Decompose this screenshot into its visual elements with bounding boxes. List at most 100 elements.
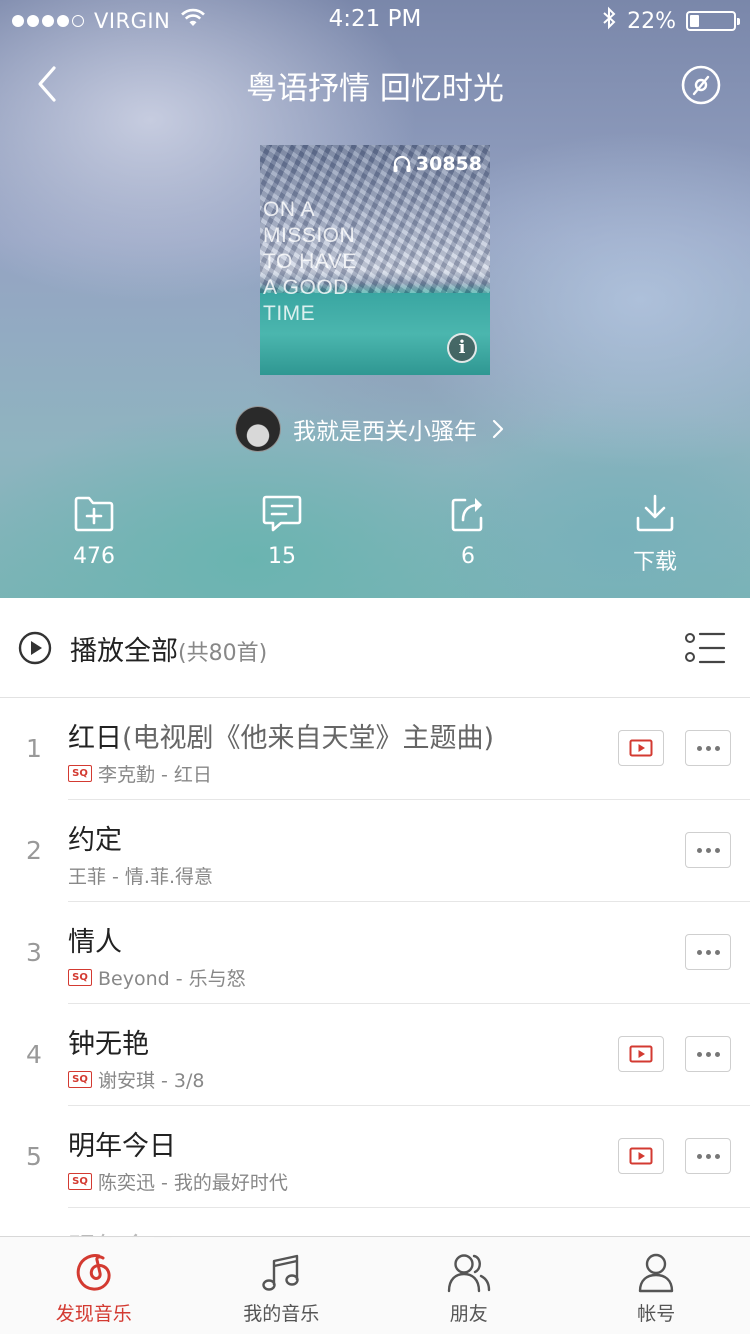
song-title: 红日(电视剧《他来自天堂》主题曲) [68, 716, 494, 755]
status-right: 22% [601, 6, 740, 36]
share-count: 6 [461, 544, 475, 569]
more-button[interactable] [685, 832, 731, 868]
song-row[interactable]: 5 明年今日 SQ 陈奕迅 - 我的最好时代 [26, 1106, 750, 1208]
song-artist-album: Beyond - 乐与怒 [98, 968, 246, 990]
tab-my-music[interactable]: 我的音乐 [188, 1237, 376, 1334]
creator-name: 我就是西关小骚年 [293, 419, 477, 445]
bluetooth-icon [601, 6, 617, 36]
song-row[interactable]: 4 钟无艳 SQ 谢安琪 - 3/8 [26, 1004, 750, 1106]
video-play-icon [629, 1045, 653, 1063]
nav-bar: 粤语抒情 回忆时光 [0, 50, 750, 116]
tab-account[interactable]: 帐号 [563, 1237, 750, 1334]
song-subtitle: SQ 陈奕迅 - 我的最好时代 [68, 1168, 288, 1195]
comment-count: 15 [268, 544, 296, 569]
share-button[interactable]: 6 [408, 490, 528, 569]
collect-button[interactable]: 476 [34, 490, 154, 569]
folder-add-icon [74, 496, 114, 532]
song-title: 约定 [68, 818, 122, 857]
song-title: 钟无艳 [68, 1022, 149, 1061]
info-icon[interactable]: i [447, 333, 477, 363]
song-index: 5 [26, 1142, 42, 1171]
song-title-text: 明年今日 [68, 1131, 176, 1162]
more-button[interactable] [685, 730, 731, 766]
comment-button[interactable]: 15 [222, 490, 342, 569]
song-count: (共80首) [178, 640, 268, 666]
friends-icon [447, 1254, 490, 1293]
share-icon [451, 498, 483, 532]
now-playing-button[interactable] [680, 64, 722, 106]
comment-icon [262, 495, 302, 532]
song-list: 1 红日(电视剧《他来自天堂》主题曲) SQ 李克勤 - 红日 2 约定 王菲 … [0, 698, 750, 1238]
song-index: 3 [26, 938, 42, 967]
sq-badge: SQ [68, 1071, 92, 1088]
song-title-extra: (电视剧《他来自天堂》主题曲) [122, 723, 495, 754]
playlist-creator[interactable]: 我就是西关小骚年 [235, 405, 505, 453]
song-artist-album: 陈奕迅 - 我的最好时代 [98, 1172, 288, 1194]
battery-percent: 22% [627, 8, 676, 34]
page-title: 粤语抒情 回忆时光 [246, 71, 504, 107]
sq-badge: SQ [68, 969, 92, 986]
more-button[interactable] [685, 1036, 731, 1072]
download-button[interactable]: 下载 [595, 490, 715, 576]
download-label: 下载 [632, 550, 677, 575]
chevron-left-icon [38, 66, 56, 102]
play-all-label: 播放全部(共80首) [70, 629, 267, 668]
tab-friends[interactable]: 朋友 [375, 1237, 563, 1334]
song-subtitle: 王菲 - 情.菲.得意 [68, 862, 213, 889]
more-button[interactable] [685, 934, 731, 970]
playlist-cover[interactable]: ON A MISSION TO HAVE A GOOD TIME 30858 i [260, 145, 490, 375]
song-row[interactable]: 3 情人 SQ Beyond - 乐与怒 [26, 902, 750, 1004]
action-bar: 476 15 6 下载 [0, 490, 750, 580]
song-subtitle: SQ Beyond - 乐与怒 [68, 964, 246, 991]
disc-icon [681, 65, 721, 105]
headphones-icon [393, 155, 411, 172]
back-button[interactable] [28, 62, 68, 106]
song-subtitle: SQ 谢安琪 - 3/8 [68, 1066, 205, 1093]
song-title-text: 情人 [68, 927, 122, 958]
battery-level [690, 15, 699, 27]
video-play-icon [629, 1147, 653, 1165]
song-title-text: 约定 [68, 825, 122, 856]
song-artist-album: 李克勤 - 红日 [98, 764, 212, 786]
list-select-icon [685, 632, 726, 664]
sq-badge: SQ [68, 1173, 92, 1190]
song-title-text: 红日 [68, 723, 122, 754]
song-title-text: 钟无艳 [68, 1029, 149, 1060]
play-all-bar: 播放全部(共80首) [0, 598, 750, 698]
netease-music-icon [76, 1254, 111, 1291]
playlist-header: VIRGIN 4:21 PM 22% 粤语抒情 回忆时光 ON A MISSIO… [0, 0, 750, 598]
song-row[interactable]: 1 红日(电视剧《他来自天堂》主题曲) SQ 李克勤 - 红日 [26, 698, 750, 800]
tab-bar: 发现音乐 我的音乐 朋友 帐号 [0, 1236, 750, 1334]
play-all-text: 播放全部 [70, 635, 178, 667]
song-subtitle: SQ 李克勤 - 红日 [68, 760, 212, 787]
collect-count: 476 [73, 544, 115, 569]
cover-text: ON A MISSION TO HAVE A GOOD TIME [263, 198, 357, 325]
song-row[interactable]: 2 约定 王菲 - 情.菲.得意 [26, 800, 750, 902]
mv-button[interactable] [618, 1138, 664, 1174]
song-title: 情人 [68, 920, 122, 959]
song-row-partial[interactable]: 明年今日 [68, 1208, 750, 1238]
play-count: 30858 [392, 153, 482, 175]
play-count-value: 30858 [415, 153, 482, 175]
play-all-button[interactable]: 播放全部(共80首) [18, 626, 267, 670]
music-note-icon [262, 1254, 299, 1291]
mv-button[interactable] [618, 1036, 664, 1072]
account-icon [639, 1253, 674, 1293]
tab-label: 发现音乐 [55, 1303, 132, 1325]
avatar [235, 406, 281, 452]
mv-button[interactable] [618, 730, 664, 766]
tab-label: 朋友 [449, 1303, 488, 1325]
song-artist-album: 谢安琪 - 3/8 [98, 1070, 205, 1092]
battery-icon [686, 11, 740, 31]
song-index: 2 [26, 836, 42, 865]
sq-badge: SQ [68, 765, 92, 782]
song-title: 明年今日 [68, 1124, 176, 1163]
status-bar: VIRGIN 4:21 PM 22% [0, 0, 750, 40]
more-button[interactable] [685, 1138, 731, 1174]
song-artist-album: 王菲 - 情.菲.得意 [68, 866, 214, 888]
tab-discover-music[interactable]: 发现音乐 [0, 1237, 188, 1334]
song-index: 4 [26, 1040, 42, 1069]
video-play-icon [629, 739, 653, 757]
tab-label: 帐号 [637, 1303, 676, 1325]
multiselect-button[interactable] [684, 631, 726, 665]
